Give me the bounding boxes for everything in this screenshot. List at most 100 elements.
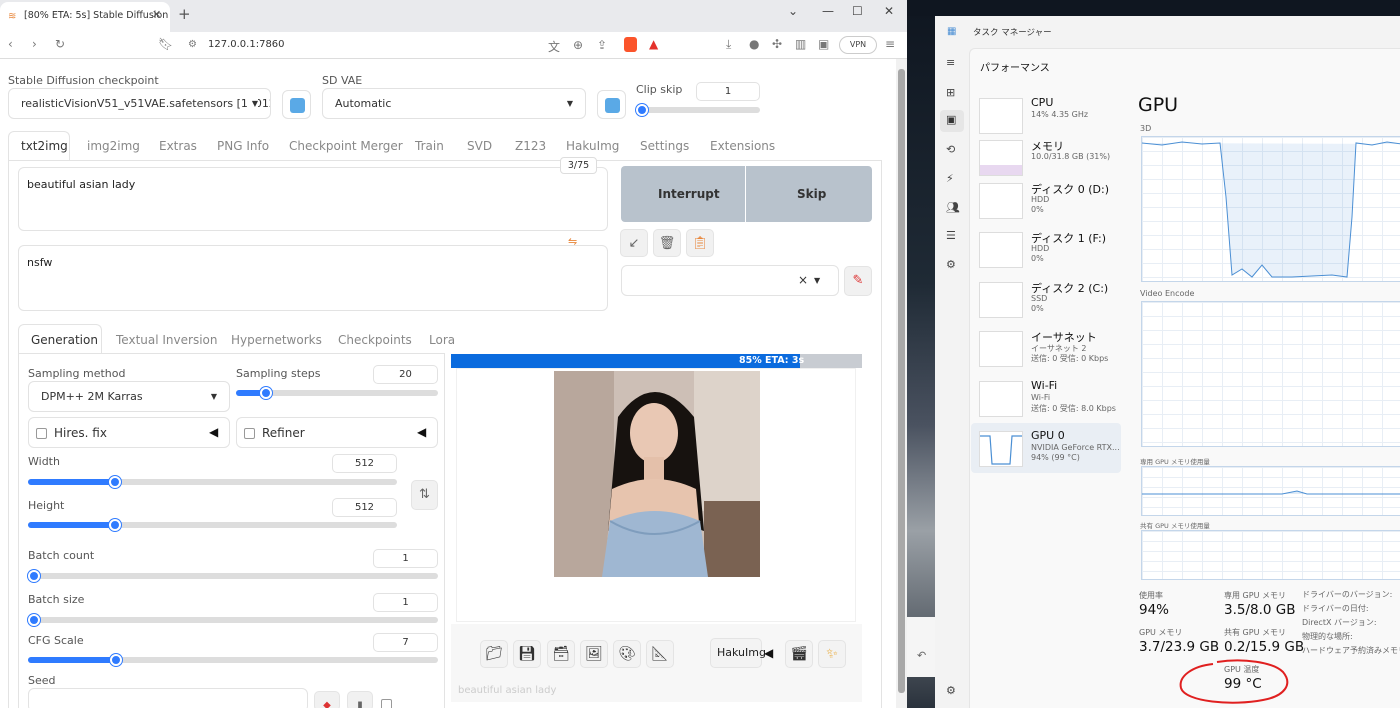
subtab-hypernetworks[interactable]: Hypernetworks [231,333,322,347]
read-params-button[interactable]: ↙ [620,229,648,257]
generated-image[interactable] [554,371,760,577]
share-icon[interactable]: ⇪ [597,38,607,52]
seed-input[interactable] [28,688,308,708]
maximize-icon[interactable]: ☐ [852,4,863,18]
height-input[interactable]: 512 [332,498,397,517]
interrupt-button[interactable]: Interrupt [621,166,746,222]
tab-extras[interactable]: Extras [159,139,197,153]
tab-search-icon[interactable]: ⌄ [788,4,798,18]
subtab-textual-inversion[interactable]: Textual Inversion [116,333,217,347]
hakuimg-button[interactable]: HakuImg [710,638,766,668]
clip-skip-knob[interactable] [636,104,648,116]
open-folder-button[interactable]: 📁︎ [480,640,508,668]
close-window-icon[interactable]: ✕ [884,4,894,18]
forward-icon[interactable]: › [32,37,37,51]
batch-size-slider[interactable] [28,617,438,623]
services-icon[interactable]: ⚙ [946,258,956,271]
browser-tab[interactable]: ≋ [80% ETA: 5s] Stable Diffusion ✕ [0,2,170,32]
vpn-button[interactable]: VPN [839,36,877,54]
batch-size-knob[interactable] [28,614,40,626]
edit-style-button[interactable]: ✎ [844,266,872,296]
sampling-method-dropdown[interactable]: DPM++ 2M Karras ▼ [28,381,230,412]
perf-item-gpu0[interactable]: GPU 0 NVIDIA GeForce RTX... 94% (99 °C) [971,429,1121,475]
hires-fix-checkbox[interactable] [36,428,47,439]
clip-skip-slider[interactable] [636,107,760,113]
processes-icon[interactable]: ⊞ [946,86,955,99]
hires-fix-accordion[interactable]: Hires. fix ◀ [28,417,230,448]
height-knob[interactable] [109,519,121,531]
tab-hakuimg[interactable]: HakuImg [566,139,619,153]
styles-dropdown[interactable]: × ▼ [621,265,839,296]
zip-button[interactable]: 🗃︎ [547,640,575,668]
extra-seed-checkbox[interactable] [381,699,392,708]
tab-train[interactable]: Train [415,139,444,153]
page-scrollbar[interactable] [896,59,907,708]
sidebar-icon[interactable]: ▥ [795,37,806,51]
puzzle-icon[interactable]: ✣ [772,37,782,51]
refresh-vae-button[interactable] [597,90,626,119]
send-to-img2img-button[interactable]: 🖼︎ [580,640,608,668]
batch-count-input[interactable]: 1 [373,549,438,568]
perf-item-wifi[interactable]: Wi-Fi Wi-Fi 送信: 0 受信: 8.0 Kbps [971,379,1121,425]
startup-apps-icon[interactable]: ⚡︎ [946,172,954,185]
clear-styles-icon[interactable]: × [798,273,808,287]
collapse-left-icon[interactable]: ◀ [209,425,218,439]
sampling-steps-knob[interactable] [260,387,272,399]
download-icon[interactable]: ⤓ [726,37,731,52]
clipboard-button[interactable]: 📋︎ [686,229,714,257]
extension-icon[interactable]: ● [749,37,759,51]
sparkle-button[interactable]: ✨︎ [818,640,846,668]
tab-png-info[interactable]: PNG Info [217,139,269,153]
tab-z123[interactable]: Z123 [515,139,546,153]
subtab-checkpoints[interactable]: Checkpoints [338,333,412,347]
negative-prompt-textarea[interactable]: nsfw [18,245,608,311]
menu-icon[interactable]: ≡ [885,37,895,51]
close-tab-icon[interactable]: ✕ [152,8,161,21]
users-icon[interactable]: 👥︎ [946,201,960,214]
performance-nav-selected[interactable]: ▣ [940,110,964,132]
perf-item-disk2[interactable]: ディスク 2 (C:) SSD 0% [971,280,1121,326]
reload-icon[interactable]: ↻ [55,37,65,51]
trash-button[interactable]: 🗑︎ [653,229,681,257]
perf-item-cpu[interactable]: CPU 14% 4.35 GHz [971,96,1121,142]
batch-count-knob[interactable] [28,570,40,582]
brave-shield-icon[interactable] [624,37,637,52]
tab-extensions[interactable]: Extensions [710,139,775,153]
settings-icon[interactable]: ⚙ [946,684,956,697]
perf-item-memory[interactable]: メモリ 10.0/31.8 GB (31%) [971,138,1121,184]
save-button[interactable]: 💾︎ [513,640,541,668]
cfg-scale-knob[interactable] [110,654,122,666]
width-input[interactable]: 512 [332,454,397,473]
refiner-checkbox[interactable] [244,428,255,439]
minimize-icon[interactable]: — [822,4,834,18]
hamburger-icon[interactable]: ≡ [946,56,955,69]
refresh-checkpoint-button[interactable] [282,90,311,119]
clip-skip-input[interactable]: 1 [696,82,760,101]
translate-icon[interactable]: 文 [548,38,560,55]
tab-img2img[interactable]: img2img [87,139,140,153]
app-history-icon[interactable]: ⟲ [946,143,955,156]
width-knob[interactable] [109,476,121,488]
tab-checkpoint-merger[interactable]: Checkpoint Merger [289,139,403,153]
back-icon[interactable]: ‹ [8,37,13,51]
send-to-video-button[interactable]: 🎬︎ [785,640,813,668]
batch-count-slider[interactable] [28,573,438,579]
zoom-icon[interactable]: ⊕ [573,38,583,52]
tab-txt2img[interactable]: txt2img [8,131,70,161]
skip-button[interactable]: Skip [747,166,872,222]
cfg-scale-input[interactable]: 7 [373,633,438,652]
new-tab-button[interactable]: + [178,5,191,23]
reuse-seed-button[interactable]: ▮ [347,691,373,708]
collapse-left-icon[interactable]: ◀ [764,646,773,660]
brave-rewards-icon[interactable]: ▲ [649,37,658,51]
perf-item-ethernet[interactable]: イーサネット イーサネット 2 送信: 0 受信: 0 Kbps [971,329,1121,375]
subtab-generation[interactable]: Generation [18,324,102,354]
wallet-icon[interactable]: ▣ [818,37,829,51]
checkpoint-dropdown[interactable]: realisticVisionV51_v51VAE.safetensors [1… [8,88,271,119]
tab-settings[interactable]: Settings [640,139,689,153]
subtab-lora[interactable]: Lora [429,333,455,347]
prompt-textarea[interactable]: beautiful asian lady [18,167,608,231]
send-to-extras-button[interactable]: 📐︎ [646,640,674,668]
tab-svd[interactable]: SVD [467,139,492,153]
vae-dropdown[interactable]: Automatic ▼ [322,88,586,119]
